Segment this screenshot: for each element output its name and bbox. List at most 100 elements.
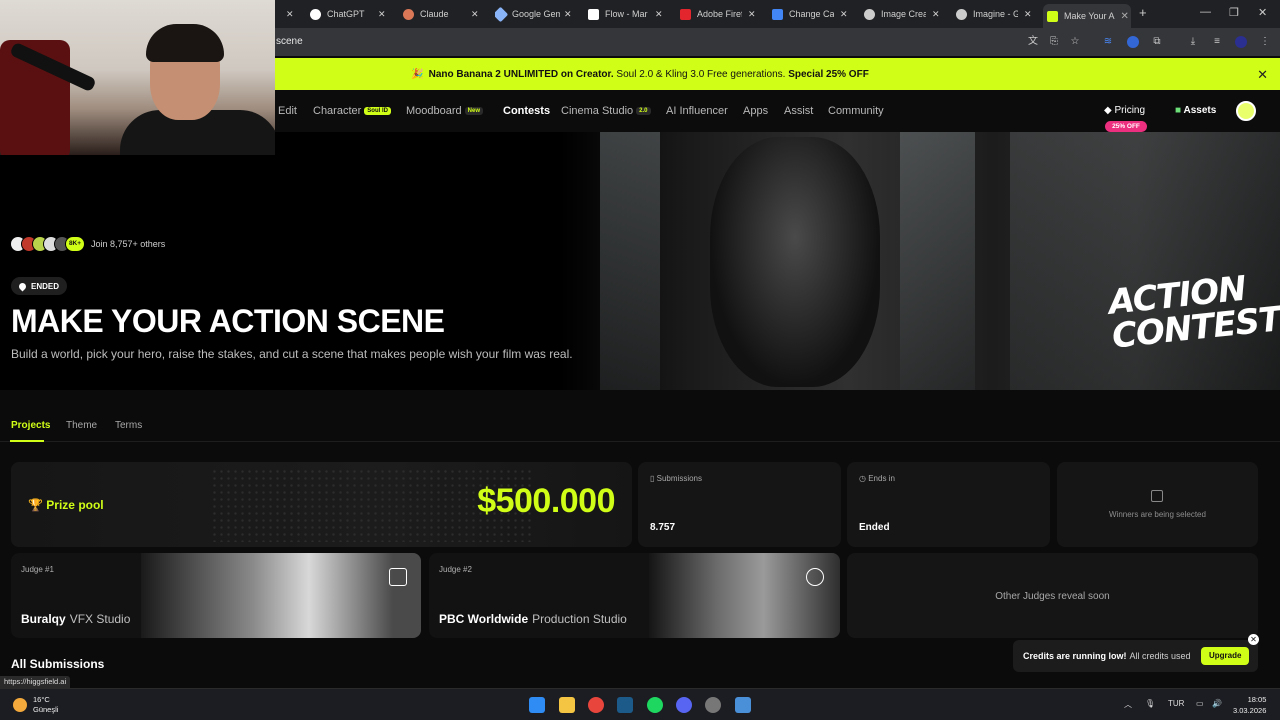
translate-icon[interactable]: 文 (1027, 36, 1039, 48)
user-avatar[interactable] (1236, 101, 1256, 121)
system-clock[interactable]: 18:05 3.03.2026 (1233, 694, 1266, 716)
profile-icon[interactable] (1235, 36, 1247, 48)
browser-tab-higgsfield[interactable]: Make Your A ✕ (1043, 4, 1131, 28)
close-icon[interactable]: ✕ (1257, 67, 1268, 83)
language-indicator[interactable]: TUR (1168, 699, 1184, 708)
nav-item-contests[interactable]: Contests (503, 105, 550, 117)
extension-wave-icon[interactable]: ≋ (1102, 36, 1114, 48)
reading-list-icon[interactable]: ≡ (1211, 36, 1223, 48)
weather-widget[interactable]: 16°C Güneşli (33, 695, 58, 715)
restore-icon[interactable]: ❐ (1229, 6, 1239, 19)
status-badge: ENDED (11, 277, 68, 295)
discord-icon[interactable] (676, 697, 692, 713)
judge-1-image (141, 553, 421, 638)
tab-projects[interactable]: Projects (11, 420, 50, 431)
windows-taskbar: 16°C Güneşli ︿ 🎙 TUR ▭ 🔊 18:05 3.03.2026 (0, 688, 1280, 720)
nav-item-apps[interactable]: Apps (743, 105, 768, 117)
url-field[interactable]: scene (276, 36, 303, 47)
prize-pool-card: 🏆 Prize pool $500.000 (11, 462, 632, 547)
tab-close-icon[interactable]: ✕ (840, 4, 848, 24)
judge-name: Buralqy VFX Studio (21, 612, 131, 626)
menu-kebab-icon[interactable]: ⋮ (1259, 36, 1271, 48)
tab-close-icon[interactable]: ✕ (564, 4, 572, 24)
nav-item-cinema-studio[interactable]: Cinema Studio 2.0 (561, 105, 651, 117)
minimize-icon[interactable]: — (1200, 6, 1211, 18)
tab-close-icon[interactable]: ✕ (1024, 4, 1032, 24)
nav-item-moodboard[interactable]: Moodboard New (406, 105, 483, 117)
microphone-icon[interactable]: 🎙 (1145, 699, 1155, 708)
nav-item-edit[interactable]: Edit (278, 105, 297, 117)
promo-bold-lead: Nano Banana 2 UNLIMITED on Creator. (428, 68, 614, 80)
pricing-discount-badge: 25% OFF (1105, 121, 1147, 132)
tab-close-icon[interactable]: ✕ (1121, 11, 1129, 22)
steam-icon[interactable] (617, 697, 633, 713)
new-tab-button[interactable]: + (1139, 5, 1147, 20)
nav-item-character[interactable]: Character Soul ID (313, 105, 391, 117)
party-icon: 🎉 (411, 68, 424, 80)
file-explorer-icon[interactable] (559, 697, 575, 713)
tab-close-icon[interactable]: ✕ (471, 4, 479, 24)
grok-icon (956, 8, 967, 20)
tab-theme[interactable]: Theme (66, 420, 97, 431)
judge-role: Production Studio (532, 612, 627, 626)
browser-tab-grok[interactable]: Imagine - Gr (956, 4, 1018, 24)
prize-pool-value: $500.000 (477, 482, 615, 520)
page-title: MAKE YOUR ACTION SCENE (11, 303, 445, 339)
judge-card-1[interactable]: Judge #1 Buralqy VFX Studio (11, 553, 421, 638)
submissions-value: 8.757 (650, 522, 676, 533)
chrome-icon[interactable] (588, 697, 604, 713)
studio-logo-icon (389, 568, 407, 586)
higgsfield-icon (1047, 10, 1058, 22)
upgrade-button[interactable]: Upgrade (1201, 647, 1250, 665)
tab-close-icon[interactable]: ✕ (378, 4, 386, 24)
badge-new: New (464, 107, 483, 116)
notepad-icon[interactable] (735, 697, 751, 713)
all-submissions-heading: All Submissions (11, 657, 105, 671)
weather-sun-icon[interactable] (13, 698, 27, 712)
tab-terms[interactable]: Terms (115, 420, 142, 431)
bookmark-star-icon[interactable]: ☆ (1069, 36, 1081, 48)
spotify-icon[interactable] (647, 697, 663, 713)
nav-item-assist[interactable]: Assist (784, 105, 813, 117)
tab-close-icon[interactable]: ✕ (286, 4, 294, 24)
chatgpt-icon (310, 8, 321, 20)
clock-icon: ◷ (859, 474, 866, 483)
ends-in-card: ◷ Ends in Ended (847, 462, 1050, 547)
extension-blue-icon[interactable] (1127, 36, 1139, 48)
app-icon[interactable] (705, 697, 721, 713)
credits-toast: Credits are running low! All credits use… (1013, 640, 1258, 672)
contest-hero: ACTION CONTEST 8K+ Join 8,757+ others EN… (0, 132, 1280, 390)
tab-close-icon[interactable]: ✕ (748, 4, 756, 24)
assets-link[interactable]: ■ Assets (1175, 105, 1216, 116)
action-contest-logo: ACTION CONTEST (1106, 268, 1280, 357)
toast-close-icon[interactable]: ✕ (1248, 634, 1259, 645)
browser-tab-image-creator[interactable]: Image Creat (864, 4, 926, 24)
browser-tab-adobe[interactable]: Adobe Firefl (680, 4, 742, 24)
image-icon (864, 8, 875, 20)
join-text: Join 8,757+ others (91, 239, 166, 249)
browser-tab-flow[interactable]: Flow - Mar ( (588, 4, 650, 24)
start-icon[interactable] (529, 697, 545, 713)
promo-text: Soul 2.0 & Kling 3.0 Free generations. (613, 68, 789, 80)
browser-tab-docs[interactable]: Change Cam (772, 4, 834, 24)
monitor-icon[interactable]: ▭ (1196, 699, 1204, 708)
download-icon[interactable]: ⤓ (1187, 36, 1199, 48)
other-judges-card: Other Judges reveal soon (847, 553, 1258, 638)
pricing-link[interactable]: ◆ Pricing (1104, 105, 1145, 116)
participant-count-badge: 8K+ (65, 236, 85, 252)
chevron-up-icon[interactable]: ︿ (1124, 699, 1132, 710)
tab-close-icon[interactable]: ✕ (932, 4, 940, 24)
flow-icon (588, 8, 599, 20)
extensions-puzzle-icon[interactable]: ⧉ (1151, 36, 1163, 48)
browser-tab-gemini[interactable]: Google Gem (495, 4, 560, 24)
submissions-label: ▯ Submissions (650, 474, 702, 483)
submissions-card: ▯ Submissions 8.757 (638, 462, 841, 547)
install-app-icon[interactable]: ⎘ (1048, 36, 1060, 48)
volume-icon[interactable]: 🔊 (1212, 699, 1222, 708)
nav-item-community[interactable]: Community (828, 105, 884, 117)
nav-item-ai-influencer[interactable]: AI Influencer (666, 105, 728, 117)
folder-icon: ■ (1175, 105, 1182, 116)
judge-card-2[interactable]: Judge #2 PBC Worldwide Production Studio (429, 553, 840, 638)
close-window-icon[interactable]: ✕ (1258, 6, 1267, 19)
tab-close-icon[interactable]: ✕ (655, 4, 663, 24)
